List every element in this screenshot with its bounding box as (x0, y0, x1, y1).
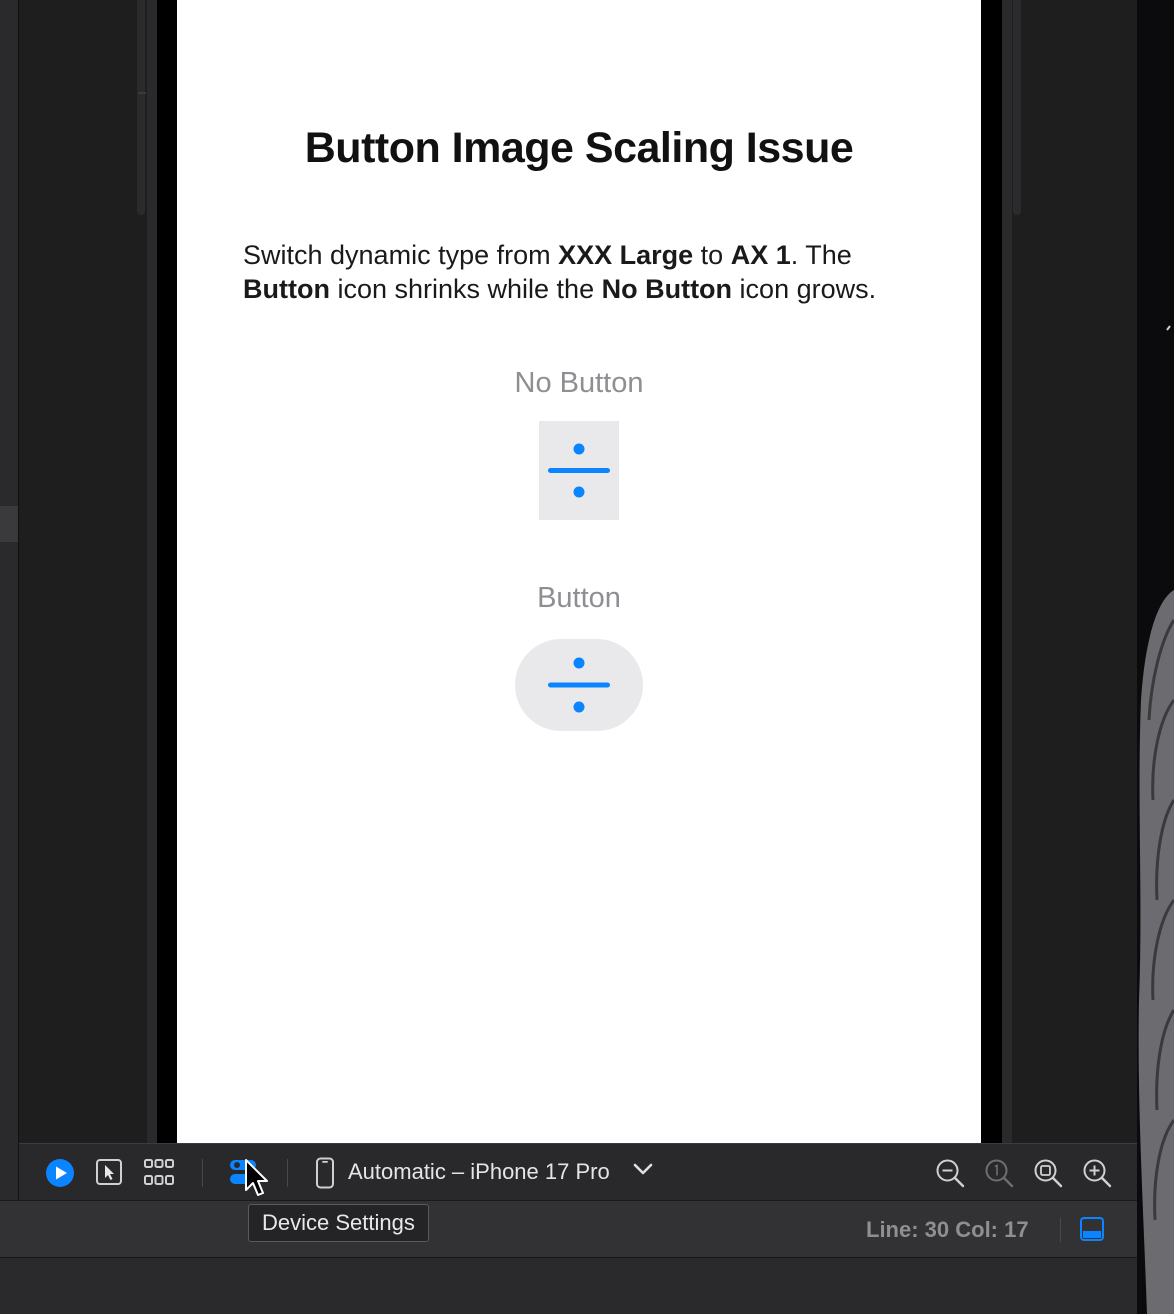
desc-text-5: icon grows. (732, 274, 877, 304)
debug-area (0, 1257, 1137, 1314)
zoom-out-icon (936, 1159, 965, 1188)
device-selector-icon[interactable] (315, 1157, 335, 1194)
iphone-icon (316, 1157, 334, 1189)
divide-icon (548, 657, 610, 713)
divide-icon (548, 443, 610, 498)
preview-title: Button Image Scaling Issue (304, 124, 854, 172)
toggle-debug-area-button[interactable] (1079, 1216, 1105, 1247)
canvas-scroll-guide-left (137, 0, 145, 215)
zoom-in-button[interactable] (1082, 1158, 1112, 1193)
desc-bold-no-button: No Button (601, 274, 733, 304)
grid-icon (144, 1159, 174, 1185)
rock-wallpaper-image (1138, 325, 1174, 1314)
editor-gutter (0, 0, 19, 1200)
no-button-label: No Button (514, 367, 644, 399)
no-button-image (539, 421, 619, 520)
device-settings-tooltip: Device Settings (248, 1204, 429, 1242)
zoom-in-icon (1083, 1159, 1112, 1188)
device-frame-edge-right (1002, 0, 1012, 1143)
desc-text-2: to (693, 240, 731, 270)
button-label: Button (537, 582, 621, 614)
zoom-out-button[interactable] (935, 1158, 965, 1193)
toolbar-separator (287, 1159, 288, 1187)
device-frame-edge-left (147, 0, 157, 1143)
editor-status-bar: Line: 30 Col: 17 (0, 1200, 1137, 1257)
desc-bold-xxx-large: XXX Large (558, 240, 694, 270)
status-separator (1060, 1218, 1061, 1242)
selectable-mode-button[interactable] (95, 1158, 123, 1191)
desc-text-1: Switch dynamic type from (243, 240, 559, 270)
canvas-scroll-guide-right (1013, 0, 1021, 215)
variants-button[interactable] (143, 1158, 175, 1191)
desktop-wallpaper (1137, 0, 1174, 1314)
desc-text-3: . The (790, 240, 852, 270)
gutter-marker (0, 506, 18, 542)
cursor-select-icon (96, 1159, 122, 1185)
live-preview-button[interactable] (45, 1158, 75, 1193)
canvas-toolbar: Automatic – iPhone 17 Pro (19, 1143, 1137, 1200)
desc-bold-ax1: AX 1 (730, 240, 791, 270)
mouse-pointer (244, 1158, 270, 1205)
desc-bold-button: Button (243, 274, 330, 304)
canvas-guide-tick (138, 92, 146, 94)
zoom-to-fit-button[interactable] (1033, 1158, 1063, 1193)
toolbar-separator (202, 1159, 203, 1187)
divide-button[interactable] (515, 639, 643, 731)
preview-description: Switch dynamic type from XXX Large to AX… (243, 238, 943, 306)
cursor-position: Line: 30 Col: 17 (866, 1217, 1029, 1242)
bottom-panel-icon (1080, 1217, 1104, 1241)
device-selector[interactable]: Automatic – iPhone 17 Pro (348, 1159, 610, 1185)
desc-text-4: icon shrinks while the (329, 274, 602, 304)
device-selector-chevron[interactable] (633, 1162, 653, 1181)
chevron-down-icon (633, 1163, 653, 1175)
zoom-fit-icon (1034, 1159, 1063, 1188)
play-icon (46, 1159, 74, 1187)
arrow-cursor-icon (245, 1159, 268, 1196)
zoom-actual-size-button[interactable] (984, 1158, 1014, 1193)
zoom-100-icon (985, 1159, 1014, 1188)
